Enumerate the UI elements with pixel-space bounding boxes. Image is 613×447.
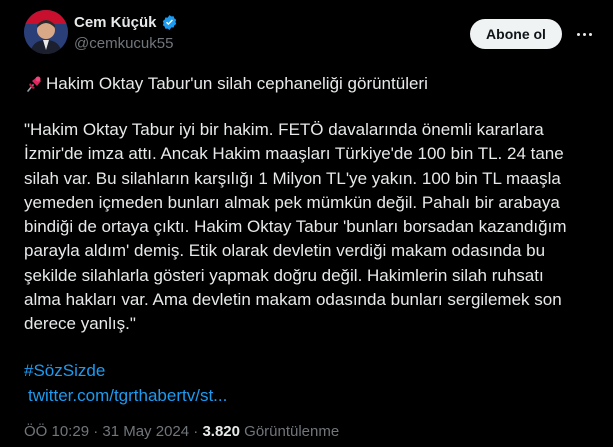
body-line: alma hakları var. Ama devletin makam oda… <box>24 290 562 310</box>
body-line: parayla aldım' demiş. Etik olarak devlet… <box>24 241 546 261</box>
views-count: 3.820 <box>202 423 240 440</box>
author-handle[interactable]: @cemkucuk55 <box>74 35 173 52</box>
tweet-headline: Hakim Oktay Tabur'un silah cephaneliği g… <box>24 72 428 96</box>
author-name[interactable]: Cem Küçük <box>74 14 157 31</box>
tweet-url-link[interactable]: twitter.com/tgrthabertv/st... <box>28 384 227 408</box>
verified-badge-icon <box>161 14 178 31</box>
follow-button[interactable]: Abone ol <box>470 19 562 49</box>
timestamp[interactable]: ÖÖ 10:29 · 31 May 2024 · <box>24 423 202 440</box>
body-line: bindiği de ortaya çıktı. Hakim Oktay Tab… <box>24 217 567 237</box>
body-line: silah var. Bu silahların karşılığı 1 Mil… <box>24 168 561 188</box>
body-line: "Hakim Oktay Tabur iyi bir hakim. FETÖ d… <box>24 120 544 139</box>
pushpin-icon <box>24 74 44 94</box>
avatar[interactable] <box>24 10 68 54</box>
hashtag-link[interactable]: #SözSizde <box>24 359 105 383</box>
tweet: Cem Küçük @cemkucuk55 Abone ol Hakim Okt… <box>0 0 613 447</box>
tweet-body: "Hakim Oktay Tabur iyi bir hakim. FETÖ d… <box>24 118 604 337</box>
body-line: yemeden içmeden bunları almak pek mümkün… <box>24 192 560 212</box>
more-options-icon[interactable] <box>572 22 596 46</box>
author-name-row[interactable]: Cem Küçük <box>74 14 178 31</box>
body-line: derece yanlış." <box>24 314 136 334</box>
body-line: şekilde silahlarla gösteri yapmak doğru … <box>24 265 544 285</box>
body-line: İzmir'de imza attı. Ancak Hakim maaşları… <box>24 144 564 164</box>
views-label: Görüntülenme <box>239 423 340 440</box>
tweet-meta: ÖÖ 10:29 · 31 May 2024 · 3.820 Görüntüle… <box>24 422 339 442</box>
headline-text: Hakim Oktay Tabur'un silah cephaneliği g… <box>46 74 428 93</box>
